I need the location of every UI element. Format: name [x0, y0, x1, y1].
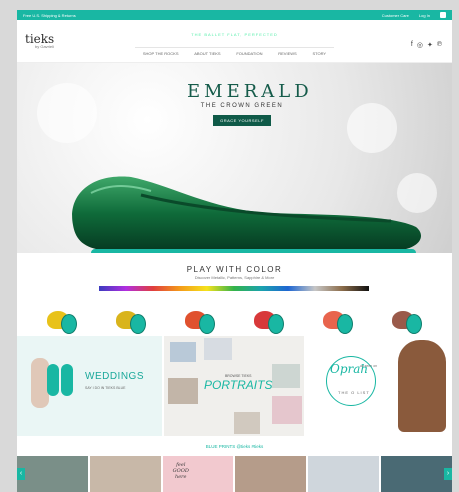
- facebook-icon[interactable]: f: [411, 41, 413, 49]
- insta-photo[interactable]: [17, 456, 88, 492]
- nav-foundation[interactable]: FOUNDATION: [236, 51, 262, 56]
- nav-shop[interactable]: SHOP THE ROCKS: [143, 51, 179, 56]
- portraits-title: PORTRAITS: [204, 378, 273, 392]
- blueprints-label[interactable]: BLUE PRINTS @tieks #tieks: [17, 444, 452, 449]
- flat-image: [114, 305, 148, 335]
- tagline: THE BALLET FLAT, PERFECTED: [191, 32, 278, 37]
- weddings-tile[interactable]: WEDDINGS SAY I DO IN TIEKS BLUE: [17, 336, 162, 436]
- site-header: tieks by Gavrieli THE BALLET FLAT, PERFE…: [17, 20, 452, 63]
- weddings-sub: SAY I DO IN TIEKS BLUE: [85, 386, 126, 390]
- tieks-logo[interactable]: tieks by Gavrieli: [25, 32, 54, 49]
- color-heading: PLAY WITH COLOR: [186, 265, 283, 274]
- insta-photo[interactable]: [381, 456, 452, 492]
- color-subheading: Discover Metallic, Patterns, Sapphire & …: [194, 275, 275, 280]
- insta-photo[interactable]: feel GOOD here: [162, 456, 234, 492]
- cart-icon[interactable]: [440, 12, 446, 18]
- browser-page: Free U.S. Shipping & Returns Customer Ca…: [17, 10, 452, 492]
- hero-banner[interactable]: EMERALD THE CROWN GREEN GRACE YOURSELF: [17, 63, 452, 253]
- insta-photo[interactable]: [235, 456, 307, 492]
- hero-cta-button[interactable]: GRACE YOURSELF: [213, 115, 271, 126]
- teal-flat-image: [47, 364, 59, 396]
- quote-text: feel GOOD here: [173, 462, 189, 480]
- hero-subtitle: THE CROWN GREEN: [200, 103, 284, 109]
- promo-text[interactable]: Free U.S. Shipping & Returns: [23, 13, 76, 18]
- nav-about[interactable]: ABOUT TIEKS: [194, 51, 220, 56]
- portraits-tile[interactable]: BROWSE TIEKS PORTRAITS: [164, 336, 304, 436]
- photo-thumb: [272, 364, 300, 388]
- photo-thumb: [168, 378, 198, 404]
- quote-line3: here: [174, 474, 187, 480]
- top-promo-bar: Free U.S. Shipping & Returns Customer Ca…: [17, 10, 452, 20]
- hero-text: EMERALD THE CROWN GREEN GRACE YOURSELF: [187, 81, 313, 127]
- carousel-prev-arrow[interactable]: ‹: [17, 468, 25, 480]
- flat-image: [390, 305, 424, 335]
- customer-care-link[interactable]: Customer Care: [382, 13, 409, 18]
- oprah-sub: THE O LIST: [338, 390, 370, 395]
- nav-story[interactable]: STORY: [312, 51, 326, 56]
- photo-thumb: [272, 396, 302, 424]
- insta-photo[interactable]: [89, 456, 161, 492]
- photo-thumb: [170, 342, 196, 362]
- color-spectrum-bar[interactable]: [99, 286, 369, 291]
- photo-thumb: [234, 412, 260, 434]
- login-link[interactable]: Log In: [419, 13, 430, 18]
- insta-photo[interactable]: [308, 456, 380, 492]
- carousel-next-arrow[interactable]: ›: [444, 468, 452, 480]
- flat-image: [252, 305, 286, 335]
- bokeh-light: [37, 83, 97, 143]
- nav-reviews[interactable]: REVIEWS: [278, 51, 296, 56]
- photo-thumb: [204, 338, 232, 360]
- pinterest-icon[interactable]: ℗: [437, 41, 442, 49]
- promo-tiles: WEDDINGS SAY I DO IN TIEKS BLUE BROWSE T…: [17, 336, 452, 436]
- hero-title: EMERALD: [187, 81, 313, 102]
- weddings-title: WEDDINGS: [85, 371, 144, 382]
- oprah-photo: [398, 340, 446, 432]
- as-seen-on: as seen on: [360, 364, 378, 368]
- social-links: f ◎ ✦ ℗: [411, 41, 442, 49]
- portraits-text: BROWSE TIEKS PORTRAITS: [204, 374, 272, 392]
- instagram-icon[interactable]: ◎: [417, 41, 423, 49]
- instagram-strip: feel GOOD here › ‹: [17, 456, 452, 492]
- teal-flat-image: [61, 364, 73, 396]
- twitter-icon[interactable]: ✦: [427, 41, 433, 49]
- oprah-tile[interactable]: Oprah as seen on THE O LIST: [306, 336, 452, 436]
- logo-byline: by Gavrieli: [35, 44, 54, 49]
- bokeh-light: [347, 103, 397, 153]
- emerald-flat-image: [72, 176, 422, 253]
- flat-image: [183, 305, 217, 335]
- main-nav: SHOP THE ROCKS ABOUT TIEKS FOUNDATION RE…: [135, 47, 334, 56]
- flat-image: [45, 305, 79, 335]
- flat-image: [321, 305, 355, 335]
